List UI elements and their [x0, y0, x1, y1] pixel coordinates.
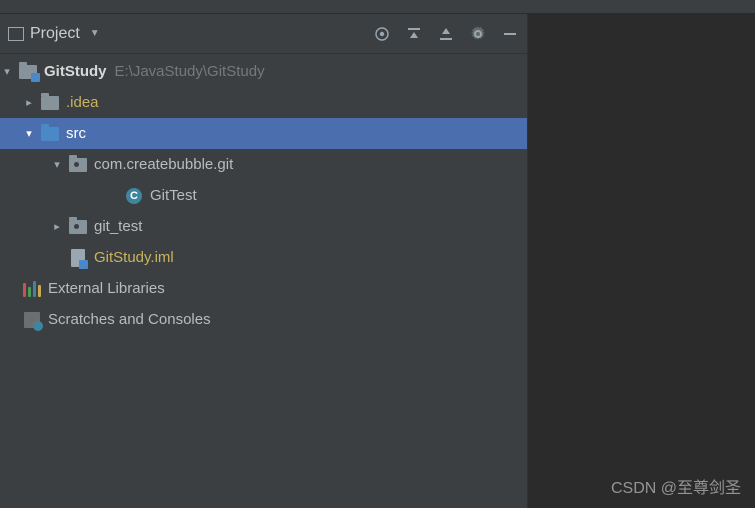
gear-icon[interactable] — [469, 25, 487, 43]
project-panel-header: Project ▼ — [0, 14, 527, 54]
chevron-right-icon[interactable]: ▸ — [22, 96, 36, 109]
node-label: Scratches and Consoles — [48, 311, 211, 328]
hide-icon[interactable] — [501, 25, 519, 43]
tree-node-src[interactable]: ▾ src — [0, 118, 527, 149]
project-tree: ▾ GitStudy E:\JavaStudy\GitStudy ▸ .idea… — [0, 54, 527, 335]
chevron-down-icon[interactable]: ▾ — [0, 65, 14, 78]
title-bar-strip — [0, 0, 755, 14]
module-folder-icon — [18, 63, 38, 81]
chevron-down-icon[interactable]: ▾ — [50, 158, 64, 171]
scratches-icon — [22, 311, 42, 329]
main-area: Project ▼ — [0, 14, 755, 508]
locate-icon[interactable] — [373, 25, 391, 43]
expand-all-icon[interactable] — [405, 25, 423, 43]
node-label: src — [66, 125, 86, 142]
tree-node-git-test[interactable]: ▸ git_test — [0, 211, 527, 242]
tree-node-idea[interactable]: ▸ .idea — [0, 87, 527, 118]
class-icon: C — [124, 187, 144, 205]
folder-icon — [40, 94, 60, 112]
panel-title[interactable]: Project — [30, 25, 80, 43]
collapse-all-icon[interactable] — [437, 25, 455, 43]
package-icon — [68, 218, 88, 236]
watermark: CSDN @至尊剑圣 — [611, 474, 741, 498]
chevron-down-icon[interactable]: ▾ — [22, 127, 36, 140]
node-label: GitTest — [150, 187, 197, 204]
package-icon — [68, 156, 88, 174]
tree-node-external-libraries[interactable]: External Libraries — [0, 273, 527, 304]
node-label: External Libraries — [48, 280, 165, 297]
iml-file-icon — [68, 249, 88, 267]
tree-node-package[interactable]: ▾ com.createbubble.git — [0, 149, 527, 180]
libraries-icon — [22, 280, 42, 298]
node-label: .idea — [66, 94, 99, 111]
node-label: GitStudy.iml — [94, 249, 174, 266]
tree-node-project-root[interactable]: ▾ GitStudy E:\JavaStudy\GitStudy — [0, 56, 527, 87]
tree-node-scratches[interactable]: Scratches and Consoles — [0, 304, 527, 335]
node-path: E:\JavaStudy\GitStudy — [115, 63, 265, 80]
node-label: git_test — [94, 218, 142, 235]
chevron-right-icon[interactable]: ▸ — [50, 220, 64, 233]
tree-node-iml[interactable]: GitStudy.iml — [0, 242, 527, 273]
chevron-down-icon[interactable]: ▼ — [90, 28, 100, 39]
project-view-icon — [8, 27, 24, 41]
tree-node-class[interactable]: C GitTest — [0, 180, 527, 211]
editor-area — [527, 14, 755, 508]
node-label: com.createbubble.git — [94, 156, 233, 173]
source-folder-icon — [40, 125, 60, 143]
project-tool-window: Project ▼ — [0, 14, 527, 508]
node-label: GitStudy — [44, 63, 107, 80]
